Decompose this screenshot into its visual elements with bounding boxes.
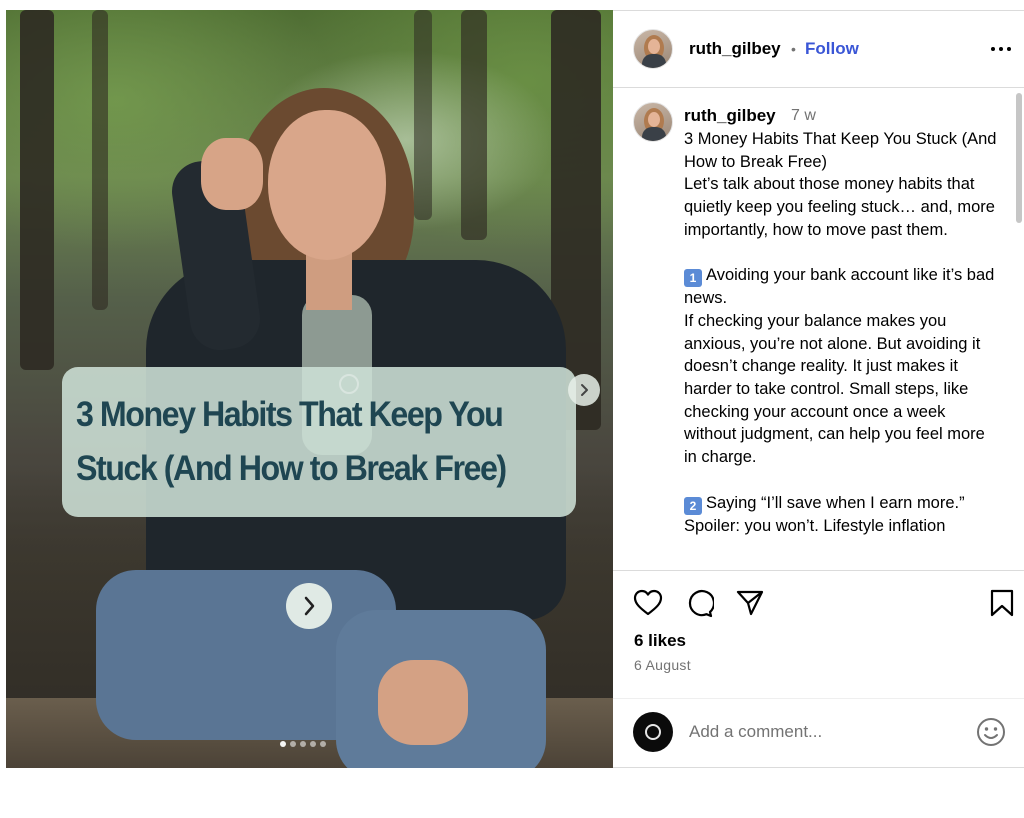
chevron-right-icon	[581, 384, 588, 396]
post-header: ruth_gilbey • Follow	[613, 11, 1024, 88]
comment-input[interactable]	[689, 719, 959, 745]
post-image[interactable]: 3 Money Habits That Keep You Stuck (And …	[6, 10, 613, 768]
avatar	[633, 712, 673, 752]
avatar[interactable]	[633, 29, 673, 69]
emoji-smiley-icon[interactable]	[975, 716, 1007, 748]
tree-trunk	[461, 10, 487, 240]
habit-1-body: If checking your balance makes you anxio…	[684, 311, 985, 467]
habit-2-title-text: Saying “I’ll save when I earn more.”	[706, 493, 965, 512]
caption-area[interactable]: ruth_gilbey 7 w 3 Money Habits That Keep…	[613, 89, 1024, 570]
overlay-title: 3 Money Habits That Keep You Stuck (And …	[76, 395, 507, 488]
bookmark-icon[interactable]	[987, 588, 1017, 618]
post-side-panel: ruth_gilbey • Follow ruth_gilbey 7 w 3 M…	[613, 10, 1024, 768]
person-hand	[378, 660, 468, 745]
tree-trunk	[20, 10, 54, 370]
carousel-dot	[310, 741, 316, 747]
avatar[interactable]	[633, 102, 673, 142]
caption-username[interactable]: ruth_gilbey	[684, 106, 776, 126]
caption-timestamp[interactable]: 7 w	[791, 107, 816, 125]
ring-icon	[339, 374, 359, 394]
more-options-icon[interactable]	[989, 39, 1013, 59]
avatar-body	[642, 54, 666, 68]
comment-bar	[613, 698, 1024, 768]
avatar-emblem	[645, 724, 661, 740]
carousel-indicator	[280, 741, 326, 747]
tree-trunk	[414, 10, 432, 220]
habit-2-title: 2 Saying “I’ll save when I earn more.”	[684, 492, 1002, 515]
caption-scrollbar[interactable]	[1016, 93, 1022, 223]
comment-bubble-icon[interactable]	[684, 588, 714, 618]
chevron-right-icon	[304, 596, 315, 616]
action-bar: 6 likes 6 August	[613, 570, 1024, 698]
caption-text: 3 Money Habits That Keep You Stuck (And …	[684, 128, 1002, 537]
avatar-body	[642, 127, 666, 141]
caption-title: 3 Money Habits That Keep You Stuck (And …	[684, 130, 997, 171]
overlay-title-card: 3 Money Habits That Keep You Stuck (And …	[62, 367, 576, 517]
carousel-dot	[290, 741, 296, 747]
carousel-next-button[interactable]	[568, 374, 600, 406]
tree-trunk	[92, 10, 108, 310]
habit-1-title: 1 Avoiding your bank account like it’s ba…	[684, 264, 1002, 310]
keycap-number-icon: 2	[684, 496, 702, 515]
paper-plane-icon[interactable]	[735, 588, 765, 618]
person-face	[268, 110, 386, 260]
header-username[interactable]: ruth_gilbey	[689, 39, 781, 59]
habit-1-title-text: Avoiding your bank account like it’s bad…	[684, 266, 995, 308]
separator-dot: •	[791, 41, 796, 57]
carousel-dot	[300, 741, 306, 747]
habit-2-body: Spoiler: you won’t. Lifestyle inflation	[684, 516, 946, 535]
likes-count[interactable]: 6 likes	[634, 631, 686, 651]
carousel-dot	[320, 741, 326, 747]
avatar-face	[648, 39, 660, 54]
person-hand	[201, 138, 263, 210]
follow-button[interactable]: Follow	[805, 39, 859, 59]
carousel-next-button-large[interactable]	[286, 583, 332, 629]
avatar-face	[648, 112, 660, 127]
post-date[interactable]: 6 August	[634, 657, 691, 673]
caption-intro: Let’s talk about those money habits that…	[684, 175, 995, 239]
heart-icon[interactable]	[633, 588, 663, 618]
carousel-dot	[280, 741, 286, 747]
keycap-number-icon: 1	[684, 269, 702, 288]
